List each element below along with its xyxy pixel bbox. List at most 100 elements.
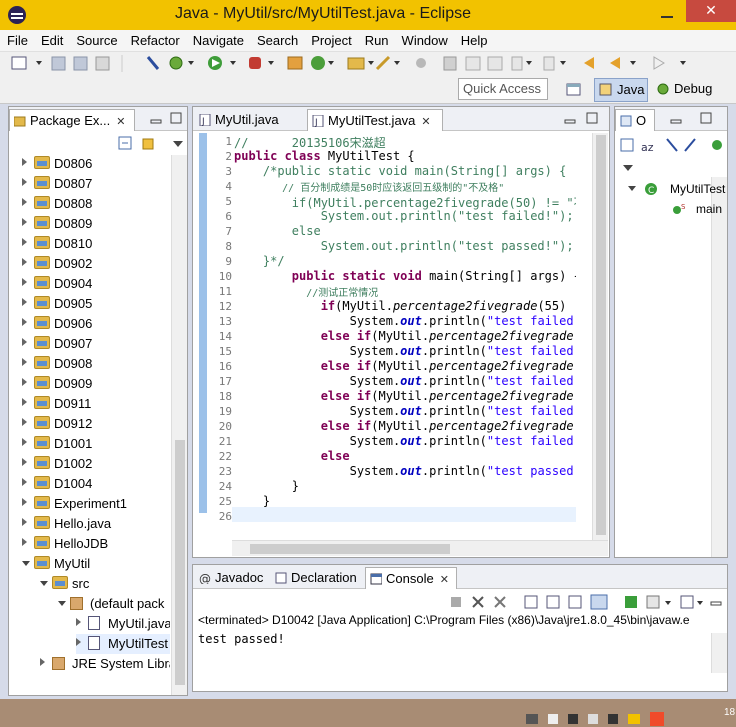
tree-item[interactable]: D0911 [22,394,170,414]
editor-min-max-icons[interactable] [561,111,607,127]
outline-scrollbar[interactable] [711,177,727,557]
expanded-arrow-icon[interactable] [22,561,30,566]
tree-item[interactable]: D1004 [22,474,170,494]
tree-item-label: D0902 [54,256,93,271]
tree-item[interactable]: HelloJDB [22,534,170,554]
collapsed-arrow-icon[interactable] [22,438,27,446]
collapsed-arrow-icon[interactable] [22,278,27,286]
menu-help[interactable]: Help [454,30,494,48]
tree-item[interactable]: MyUtil.java [76,614,170,634]
debug-perspective-button[interactable]: Debug [652,78,722,102]
tree-item[interactable]: Hello.java [22,514,170,534]
tab-outline[interactable]: O [615,109,655,131]
java-perspective-icon [599,83,612,96]
collapsed-arrow-icon[interactable] [22,518,27,526]
tree-item[interactable]: D0912 [22,414,170,434]
collapsed-arrow-icon[interactable] [22,298,27,306]
collapsed-arrow-icon[interactable] [22,538,27,546]
tree-item[interactable]: MyUtilTest [76,634,170,654]
close-tab-icon[interactable]: ✕ [116,116,125,128]
collapsed-arrow-icon[interactable] [22,478,27,486]
next-annotation-icon [511,56,523,71]
collapsed-arrow-icon[interactable] [22,398,27,406]
collapsed-arrow-icon[interactable] [22,238,27,246]
line-number: 24 [218,480,232,493]
collapsed-arrow-icon[interactable] [40,658,45,666]
tree-item-label: Experiment1 [54,496,127,511]
collapsed-arrow-icon[interactable] [22,318,27,326]
collapsed-arrow-icon[interactable] [22,358,27,366]
tree-item[interactable]: D0810 [22,234,170,254]
collapsed-arrow-icon[interactable] [76,638,81,646]
collapsed-arrow-icon[interactable] [22,178,27,186]
tree-item[interactable]: D0807 [22,174,170,194]
quick-access-input[interactable]: Quick Access [458,78,548,100]
java-perspective-button[interactable]: Java [594,78,648,102]
collapsed-arrow-icon[interactable] [22,378,27,386]
tree-item[interactable]: D0906 [22,314,170,334]
menu-source[interactable]: Source [69,30,123,48]
editor-vscrollbar[interactable] [592,133,608,540]
tree-item[interactable]: JRE System Libra [40,654,170,674]
close-tab-icon[interactable]: ✕ [440,574,449,586]
menu-search[interactable]: Search [250,30,304,48]
console-scrollbar[interactable] [711,633,727,673]
line-number: 5 [225,195,232,208]
scroll-lock-icon [546,595,560,609]
expand-arrow-icon[interactable] [628,186,636,191]
outline-class-name[interactable]: MyUtilTest [670,182,726,196]
menu-edit[interactable]: Edit [34,30,69,48]
menu-project[interactable]: Project [304,30,357,48]
console-output[interactable]: test passed! [198,632,285,646]
collapsed-arrow-icon[interactable] [76,618,81,626]
menu-refactor[interactable]: Refactor [124,30,186,48]
collapsed-arrow-icon[interactable] [22,458,27,466]
tree-item[interactable]: D0904 [22,274,170,294]
close-button[interactable]: ✕ [686,0,736,22]
tree-item[interactable]: (default pack [58,594,170,614]
tree-item[interactable]: D0806 [22,154,170,174]
tree-item[interactable]: D1002 [22,454,170,474]
tree-item[interactable]: MyUtil [22,554,170,574]
close-tab-icon[interactable]: ✕ [421,116,430,128]
tree-item[interactable]: D0809 [22,214,170,234]
open-perspective-icon[interactable] [566,82,582,98]
tab-myutiltest-java[interactable]: J MyUtilTest.java ✕ [307,109,443,131]
tree-item[interactable]: D0808 [22,194,170,214]
package-explorer-scrollbar[interactable] [171,155,187,695]
tree-item[interactable]: D1001 [22,434,170,454]
expanded-arrow-icon[interactable] [58,601,66,606]
tree-item[interactable]: src [40,574,170,594]
tree-item[interactable]: Experiment1 [22,494,170,514]
tab-declaration[interactable]: Declaration [271,567,365,589]
tree-item[interactable]: D0909 [22,374,170,394]
project-folder-icon [34,316,50,329]
tree-item[interactable]: D0908 [22,354,170,374]
menu-run[interactable]: Run [358,30,395,48]
minimize-button[interactable] [656,4,678,24]
collapsed-arrow-icon[interactable] [22,338,27,346]
tab-javadoc[interactable]: @ Javadoc [195,567,271,589]
view-min-max-icons[interactable] [149,111,189,127]
tree-item[interactable]: D0905 [22,294,170,314]
menu-navigate[interactable]: Navigate [186,30,250,48]
expanded-arrow-icon[interactable] [40,581,48,586]
collapsed-arrow-icon[interactable] [22,498,27,506]
tab-console[interactable]: Console ✕ [365,567,457,589]
outline-method-name[interactable]: main [696,202,722,216]
tab-myutil-java[interactable]: J MyUtil.java [195,109,299,131]
collapsed-arrow-icon[interactable] [22,198,27,206]
collapsed-arrow-icon[interactable] [22,258,27,266]
tab-package-explorer[interactable]: Package Ex... ✕ [9,109,135,131]
tree-item-label: D0810 [54,236,93,251]
collapsed-arrow-icon[interactable] [22,218,27,226]
editor-hscrollbar[interactable] [232,540,608,556]
collapsed-arrow-icon[interactable] [22,418,27,426]
code-editor[interactable]: 1 2 3 4 5 6 7 8 9 10 11 12 13 14 15 16 17 18 19 20 21 22 23 24 2… [194,133,576,540]
tree-item[interactable]: D0907 [22,334,170,354]
outline-min-max-icons[interactable] [667,111,727,127]
menu-window[interactable]: Window [395,30,454,48]
menu-file[interactable]: File [0,30,34,48]
collapsed-arrow-icon[interactable] [22,158,27,166]
tree-item[interactable]: D0902 [22,254,170,274]
